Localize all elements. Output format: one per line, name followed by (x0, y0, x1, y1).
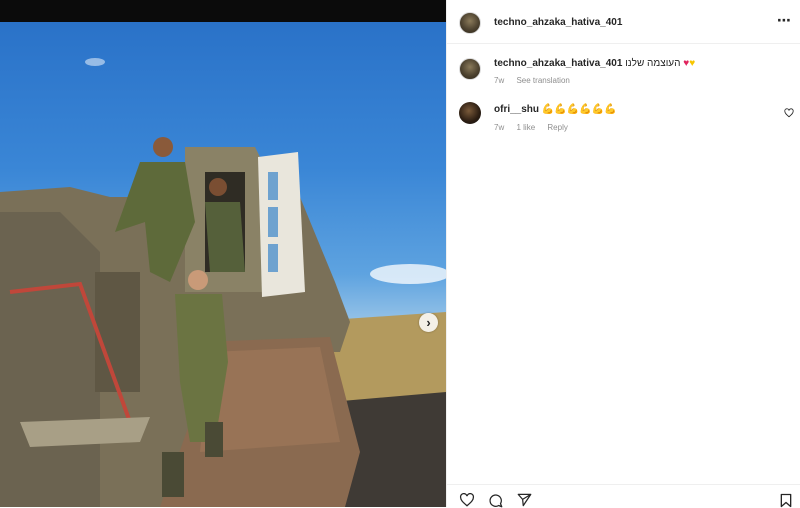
door-window (268, 172, 278, 200)
door-window (268, 207, 278, 237)
action-bar (447, 484, 800, 508)
caption-time: 7w (494, 76, 505, 85)
comment-time: 7w (494, 123, 505, 132)
chevron-right-icon: › (426, 315, 431, 330)
bulldozer-front (0, 212, 100, 507)
more-options-icon[interactable]: ⋯ (777, 12, 791, 29)
send-icon[interactable] (517, 493, 532, 507)
yellow-heart-emoji: ♥ (689, 58, 696, 69)
comment-body: 💪💪💪💪💪💪 (541, 104, 617, 115)
post-username[interactable]: techno_ahzaka_hativa_401 (494, 17, 622, 28)
cloud (85, 58, 105, 66)
reply-button[interactable]: Reply (547, 123, 567, 132)
photo-scene (0, 58, 446, 507)
comment-username[interactable]: ofri__shu (494, 104, 539, 115)
caption-username[interactable]: techno_ahzaka_hativa_401 (494, 58, 622, 69)
avatar[interactable] (459, 12, 481, 34)
post-header: techno_ahzaka_hativa_401 ⋯ (447, 0, 800, 44)
heart-icon[interactable] (459, 493, 475, 507)
caption-meta: 7w See translation (494, 76, 580, 85)
cab-door (258, 152, 305, 297)
cloud (370, 264, 446, 284)
caption-body: העוצמה שלנו (625, 58, 681, 69)
grille (95, 272, 140, 392)
comment-text: ofri__shu 💪💪💪💪💪💪 (494, 104, 617, 115)
see-translation-link[interactable]: See translation (516, 76, 569, 85)
comment-like-heart-icon[interactable] (784, 108, 794, 118)
top-bar (0, 0, 446, 22)
comment-avatar[interactable] (459, 102, 481, 124)
post-details-panel: techno_ahzaka_hativa_401 ⋯ techno_ahzaka… (446, 0, 800, 508)
bookmark-icon[interactable] (780, 493, 792, 508)
comment-meta: 7w 1 like Reply (494, 123, 578, 132)
post-photo[interactable]: › (0, 22, 446, 507)
caption-avatar[interactable] (459, 58, 481, 80)
next-image-button[interactable]: › (419, 313, 438, 332)
door-window (268, 244, 278, 272)
comment-likes[interactable]: 1 like (516, 123, 535, 132)
comment-icon[interactable] (488, 493, 503, 508)
caption-text: techno_ahzaka_hativa_401 העוצמה שלנו ♥♥ (494, 58, 695, 69)
